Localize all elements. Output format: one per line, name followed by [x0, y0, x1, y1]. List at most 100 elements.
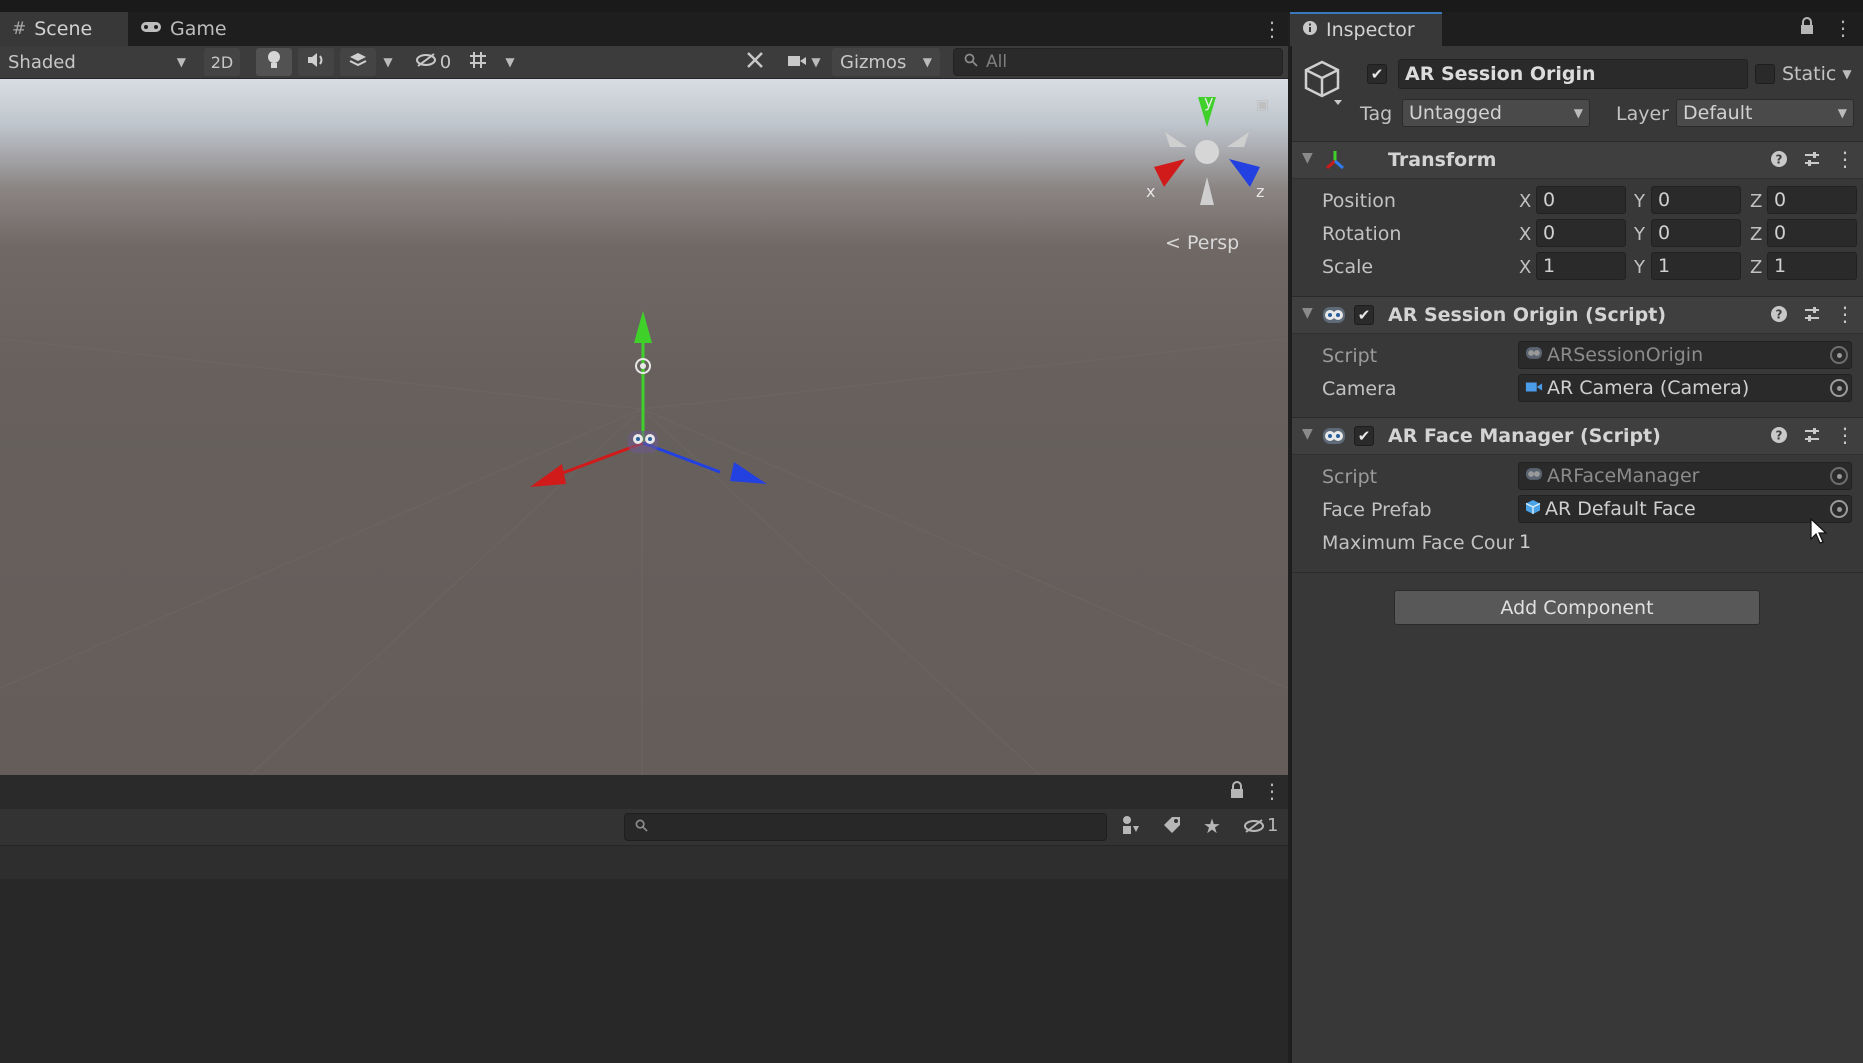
orientation-gizmo[interactable]: y x z [1140, 87, 1270, 207]
tools-button[interactable] [738, 48, 772, 76]
preset-sliders-icon[interactable] [1803, 426, 1821, 449]
scale-x-field[interactable]: 1 [1536, 252, 1626, 280]
static-dropdown[interactable]: Static ▼ [1782, 63, 1852, 85]
lock-icon[interactable] [1230, 781, 1244, 804]
z-axis-label[interactable]: Z [1750, 191, 1762, 212]
object-picker-icon[interactable] [1830, 500, 1848, 518]
x-axis-label[interactable]: X [1519, 191, 1531, 212]
scene-more-menu-icon[interactable]: ⋮ [1262, 17, 1282, 41]
hidden-packages-toggle[interactable]: 1 [1243, 815, 1278, 836]
max-face-count-field[interactable]: 1 [1514, 528, 1854, 556]
transform-gizmo[interactable] [510, 259, 770, 519]
project-search-input[interactable] [624, 813, 1107, 841]
scale-y-field[interactable]: 1 [1651, 252, 1741, 280]
foldout-arrow-icon[interactable]: ▼ [1302, 150, 1313, 166]
object-picker-icon[interactable] [1830, 379, 1848, 397]
search-placeholder: All [986, 52, 1008, 72]
scene-search-input[interactable]: All [953, 48, 1283, 76]
component-more-menu-icon[interactable]: ⋮ [1835, 423, 1855, 447]
y-axis-label[interactable]: Y [1634, 191, 1645, 212]
grid-dropdown[interactable]: ▼ [500, 48, 520, 76]
tab-inspector[interactable]: Inspector [1290, 12, 1442, 46]
position-y-value: 0 [1658, 189, 1671, 211]
position-x-field[interactable]: 0 [1536, 186, 1626, 214]
scene-viewport[interactable]: y x z ▣ < Persp [0, 79, 1288, 775]
effects-toggle-button[interactable] [340, 48, 376, 76]
component-more-menu-icon[interactable]: ⋮ [1835, 302, 1855, 326]
static-checkbox[interactable] [1755, 64, 1775, 84]
layer-label: Layer [1616, 103, 1669, 125]
z-axis-label[interactable]: Z [1750, 257, 1762, 278]
lock-icon[interactable] [1800, 17, 1814, 39]
search-icon [635, 818, 648, 836]
z-axis-label[interactable]: Z [1750, 224, 1762, 245]
scene-tab-bar: # Scene Game ⋮ [0, 12, 1288, 46]
checkmark-icon: ✔ [1357, 427, 1371, 445]
perspective-toggle[interactable]: < Persp [1165, 232, 1239, 254]
preset-sliders-icon[interactable] [1803, 305, 1821, 328]
label-tag-icon[interactable] [1162, 815, 1182, 840]
preset-sliders-icon[interactable] [1803, 150, 1821, 173]
help-icon[interactable]: ? [1770, 426, 1788, 449]
tag-dropdown[interactable]: Untagged ▼ [1402, 99, 1590, 127]
window-top-strip [0, 0, 1863, 12]
position-z-field[interactable]: 0 [1767, 186, 1857, 214]
y-axis-label[interactable]: Y [1634, 224, 1645, 245]
script-file-icon [1525, 465, 1543, 487]
add-component-button[interactable]: Add Component [1394, 590, 1760, 625]
audio-toggle-button[interactable] [298, 48, 334, 76]
camera-field[interactable]: AR Camera (Camera) [1518, 374, 1852, 402]
object-name: AR Session Origin [1405, 63, 1596, 85]
y-axis-label[interactable]: Y [1634, 257, 1645, 278]
layer-value: Default [1683, 102, 1753, 124]
star-icon[interactable]: ★ [1203, 814, 1221, 838]
speaker-icon [306, 51, 326, 74]
draw-mode-dropdown[interactable]: Shaded ▼ [4, 48, 190, 76]
tab-game[interactable]: Game [128, 12, 238, 46]
tab-inspector-label: Inspector [1326, 19, 1415, 41]
scale-z-field[interactable]: 1 [1767, 252, 1857, 280]
more-menu-icon[interactable]: ⋮ [1262, 779, 1282, 803]
lock-icon[interactable]: ▣ [1256, 97, 1269, 113]
2d-toggle-button[interactable]: 2D [204, 48, 240, 76]
tab-scene-label: Scene [34, 18, 93, 40]
chevron-down-icon: ▼ [1573, 106, 1583, 120]
lighting-toggle-button[interactable] [256, 48, 292, 76]
x-axis-label[interactable]: X [1519, 257, 1531, 278]
object-name-field[interactable]: AR Session Origin [1398, 59, 1748, 89]
x-axis-label[interactable]: X [1519, 224, 1531, 245]
filter-by-type-icon[interactable] [1120, 815, 1140, 840]
tab-scene[interactable]: # Scene [0, 12, 128, 46]
rotation-y-field[interactable]: 0 [1651, 219, 1741, 247]
ar-face-manager-component-header[interactable]: ▼ ✔ AR Face Manager (Script) ? ⋮ [1292, 417, 1863, 455]
component-more-menu-icon[interactable]: ⋮ [1835, 147, 1855, 171]
position-y-field[interactable]: 0 [1651, 186, 1741, 214]
component-divider [1292, 572, 1863, 573]
max-face-count-value: 1 [1519, 531, 1532, 553]
transform-component-header[interactable]: ▼ Transform ? ⋮ [1292, 141, 1863, 179]
layer-dropdown[interactable]: Default ▼ [1676, 99, 1854, 127]
foldout-arrow-icon[interactable]: ▼ [1302, 305, 1313, 321]
effects-dropdown[interactable]: ▼ [378, 48, 398, 76]
help-icon[interactable]: ? [1770, 305, 1788, 328]
gizmos-dropdown[interactable]: Gizmos ▼ [832, 48, 940, 76]
grid-snap-button[interactable] [462, 48, 494, 76]
bottom-panel-content[interactable] [0, 879, 1288, 1063]
foldout-arrow-icon[interactable]: ▼ [1302, 426, 1313, 442]
rotation-z-field[interactable]: 0 [1767, 219, 1857, 247]
rotation-x-field[interactable]: 0 [1536, 219, 1626, 247]
layers-icon [348, 51, 368, 74]
gameobject-cube-icon[interactable] [1302, 58, 1342, 110]
hidden-objects-toggle[interactable]: 0 [408, 48, 458, 76]
camera-settings-button[interactable]: ▼ [780, 48, 828, 76]
camera-label: Camera [1322, 378, 1397, 400]
face-prefab-field[interactable]: AR Default Face [1518, 495, 1852, 523]
help-icon[interactable]: ? [1770, 150, 1788, 173]
ar-session-origin-component-header[interactable]: ▼ ✔ AR Session Origin (Script) ? ⋮ [1292, 296, 1863, 334]
chevron-down-icon: ▼ [922, 55, 932, 69]
component-enabled-checkbox[interactable]: ✔ [1354, 305, 1374, 325]
object-picker-icon [1830, 467, 1848, 485]
component-enabled-checkbox[interactable]: ✔ [1354, 426, 1374, 446]
active-checkbox[interactable]: ✔ [1367, 64, 1387, 84]
inspector-more-menu-icon[interactable]: ⋮ [1833, 16, 1853, 40]
